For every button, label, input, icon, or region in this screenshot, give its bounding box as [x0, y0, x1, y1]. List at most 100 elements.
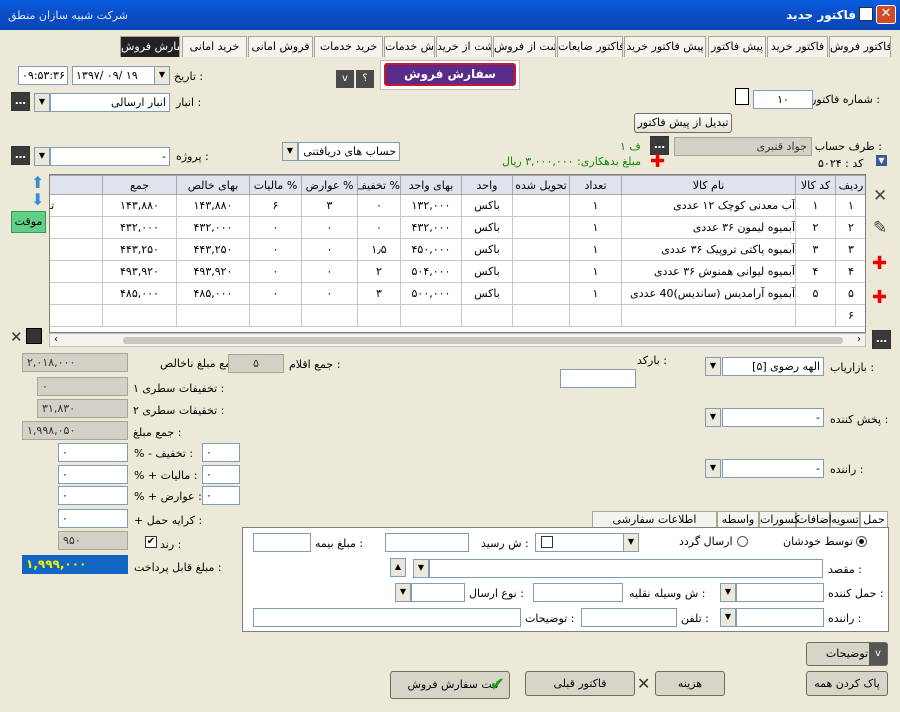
table-cell[interactable]: ۰	[249, 216, 302, 239]
table-cell[interactable]: ۴۵۰,۰۰۰	[400, 238, 462, 261]
scroll-thumb[interactable]	[123, 337, 843, 344]
table-cell[interactable]	[102, 304, 177, 327]
table-cell[interactable]: ۴۸۵,۰۰۰	[102, 282, 177, 305]
table-cell[interactable]: ۵۰۴,۰۰۰	[400, 260, 462, 283]
discount-value-field[interactable]: ۰	[58, 443, 128, 462]
tab-9[interactable]: فروش امانی	[248, 36, 313, 57]
courier-select-checkbox[interactable]	[541, 536, 553, 548]
project-more-button[interactable]: …	[11, 146, 30, 165]
table-cell[interactable]: آبمیوه آرامدیس (ساندیس)40 عددی	[621, 282, 796, 305]
tab-4[interactable]: فاکتور ضایعات	[557, 36, 623, 57]
table-cell[interactable]: ۴۳۲,۰۰۰	[102, 216, 177, 239]
grid-more-button[interactable]: …	[872, 330, 891, 349]
project-field[interactable]: -	[50, 147, 170, 166]
table-cell[interactable]: ۰	[301, 282, 358, 305]
send-type-field[interactable]	[411, 583, 465, 602]
notes-v-button[interactable]: v	[869, 643, 887, 665]
table-cell[interactable]: ۳	[795, 238, 836, 261]
nav-v-button[interactable]: v	[336, 70, 354, 88]
table-cell[interactable]: ۶	[835, 304, 865, 327]
save-icon[interactable]	[26, 328, 42, 344]
tab-1[interactable]: فاکتور خرید	[767, 36, 828, 57]
delete-row-icon[interactable]: ✕	[873, 186, 887, 206]
destination-field[interactable]	[429, 559, 823, 578]
vehicle-field[interactable]	[533, 583, 623, 602]
table-cell[interactable]: ۰	[301, 260, 358, 283]
table-cell[interactable]	[176, 304, 250, 327]
table-cell[interactable]: ۱۴۳,۸۸۰	[176, 194, 250, 217]
account-field[interactable]: جواد قنبری	[674, 137, 812, 156]
destination-up-button[interactable]: ▲	[390, 558, 406, 577]
expand-icon[interactable]: ▼	[876, 155, 887, 166]
table-cell[interactable]: ۴۸۵,۰۰۰	[176, 282, 250, 305]
time-field[interactable]: ۰۹:۵۳:۳۶	[18, 66, 68, 85]
table-cell[interactable]: ۴۴۳,۲۵۰	[176, 238, 250, 261]
table-cell[interactable]	[512, 304, 570, 327]
table-cell[interactable]	[512, 238, 570, 261]
table-cell[interactable]: باکس	[461, 260, 513, 283]
column-header[interactable]: % مالیات	[249, 175, 302, 195]
table-cell[interactable]: باکس	[461, 282, 513, 305]
distributor-dropdown[interactable]: ▼	[705, 408, 721, 427]
marketer-dropdown[interactable]: ▼	[705, 357, 721, 376]
table-row[interactable]: ۵ ۵ آبمیوه آرامدیس (ساندیس)40 عددی ۱ باکس ۵۰۰…	[50, 282, 865, 305]
add-row-icon[interactable]: ✚	[872, 253, 887, 274]
table-cell[interactable]: ۴۳۲,۰۰۰	[400, 216, 462, 239]
panel-tab-3[interactable]: کسورات	[759, 511, 799, 528]
table-cell[interactable]: ۶	[249, 194, 302, 217]
column-header[interactable]: % تخفیف	[357, 175, 401, 195]
table-row[interactable]: ۳ ۳ آبمیوه پاکتی تروپیک ۳۶ عددی ۱ باکس ۴۵۰,۰۰…	[50, 238, 865, 261]
table-cell[interactable]: ۲	[835, 216, 865, 239]
table-cell[interactable]: باکس	[461, 238, 513, 261]
warehouse-more-button[interactable]: …	[11, 92, 30, 111]
table-cell[interactable]: آب معدنی کوچک ۱۲ عددی	[621, 194, 796, 217]
column-header[interactable]: بهای واحد	[400, 175, 462, 195]
panel-tab-5[interactable]: اطلاعات سفارشی	[592, 511, 717, 528]
table-cell[interactable]: ۱	[569, 238, 622, 261]
table-cell[interactable]	[512, 216, 570, 239]
table-cell[interactable]: آبمیوه پاکتی تروپیک ۳۶ عددی	[621, 238, 796, 261]
table-cell[interactable]: ۳	[835, 238, 865, 261]
table-cell[interactable]: ۱٫۵	[357, 238, 401, 261]
discount-percent-field[interactable]: ۰	[202, 443, 240, 462]
close-button[interactable]: ✕	[876, 5, 896, 24]
cash-account-dropdown[interactable]: ▼	[282, 142, 298, 161]
table-cell[interactable]: ۱	[569, 216, 622, 239]
table-cell[interactable]: ۲	[795, 216, 836, 239]
table-cell[interactable]: ۰	[301, 216, 358, 239]
tab-8[interactable]: خرید خدمات	[314, 36, 383, 57]
carrier-dropdown[interactable]: ▼	[720, 583, 736, 602]
table-cell[interactable]: ۵	[835, 282, 865, 305]
document-icon[interactable]	[735, 88, 749, 105]
table-cell[interactable]: ۳	[301, 194, 358, 217]
duty-percent-field[interactable]: ۰	[202, 486, 240, 505]
column-header[interactable]: بهای خالص	[176, 175, 250, 195]
driver-dropdown[interactable]: ▼	[705, 459, 721, 478]
column-header[interactable]: کد کالا	[795, 175, 836, 195]
insurance-field[interactable]	[253, 533, 311, 552]
date-dropdown[interactable]: ▼	[154, 66, 170, 85]
table-cell[interactable]	[512, 194, 570, 217]
driver-field[interactable]: -	[722, 459, 824, 478]
freight-field[interactable]: ۰	[58, 509, 128, 528]
column-header[interactable]: تعداد	[569, 175, 622, 195]
courier-select-dropdown[interactable]: ▼	[623, 533, 639, 552]
tax-percent-field[interactable]: ۰	[202, 465, 240, 484]
table-cell[interactable]: ۴	[835, 260, 865, 283]
table-cell[interactable]: ۰	[249, 238, 302, 261]
cancel-icon[interactable]: ✕	[10, 328, 23, 346]
invoice-number-field[interactable]: ۱۰	[753, 90, 813, 109]
table-cell[interactable]: ۱	[569, 260, 622, 283]
table-cell[interactable]: باکس	[461, 216, 513, 239]
table-cell[interactable]: ۴۹۳,۹۲۰	[176, 260, 250, 283]
table-cell[interactable]: ۰	[357, 194, 401, 217]
panel-driver-field[interactable]	[736, 608, 824, 627]
project-dropdown[interactable]: ▼	[34, 147, 50, 166]
convert-from-proforma-button[interactable]: تبدیل از پیش فاکتور	[634, 113, 732, 133]
tab-5[interactable]: برگشت از فروش	[493, 36, 556, 57]
cost-button[interactable]: هزینه	[655, 671, 725, 696]
table-cell[interactable]: ۵۰۰,۰۰۰	[400, 282, 462, 305]
notes-field[interactable]	[253, 608, 521, 627]
phone-field[interactable]	[581, 608, 677, 627]
warehouse-field[interactable]: انبار ارسالی	[50, 93, 170, 112]
